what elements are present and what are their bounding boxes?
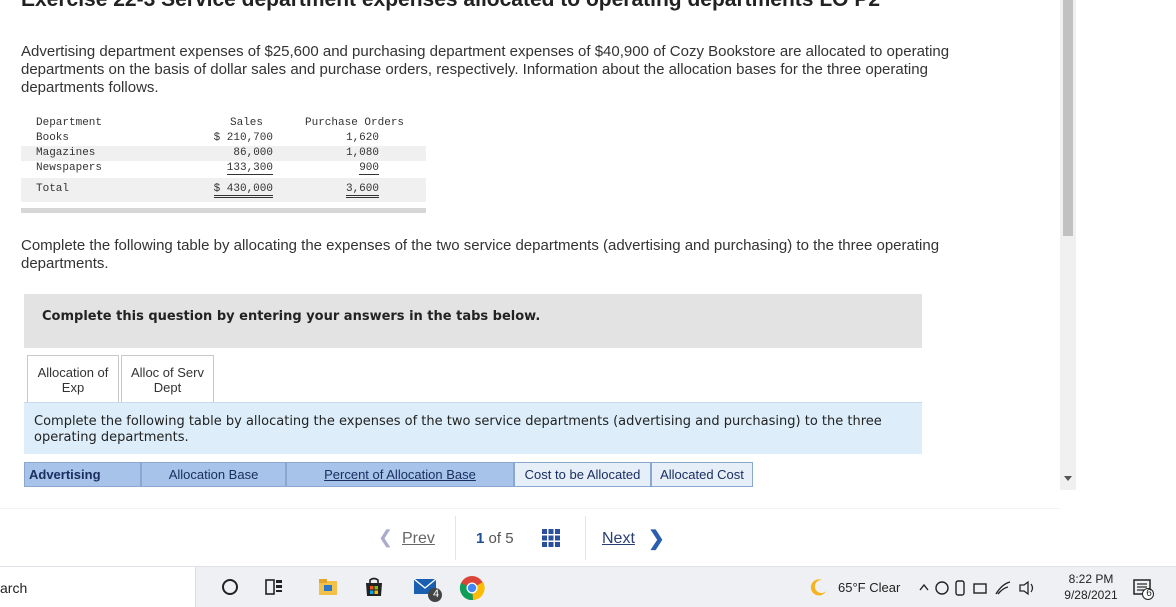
cortana-icon[interactable] (218, 575, 242, 599)
tab-label-line2: Exp (61, 380, 85, 395)
row-sales: $ 210,700 (213, 132, 273, 144)
row-sales: 86,000 (233, 147, 273, 159)
system-tray (918, 578, 1042, 598)
column-allocation-base: Allocation Base (141, 462, 286, 487)
tab-label-line1: Alloc of Serv (131, 365, 204, 380)
row-sales: 133,300 (226, 162, 273, 175)
homework-page: Exercise 22-3 Service department expense… (0, 0, 1176, 566)
question-pager: ❮ Prev 1 of 5 Next ❯ (360, 516, 680, 560)
table-divider (21, 208, 426, 213)
tab-alloc-of-serv-dept[interactable]: Alloc of Serv Dept (121, 355, 214, 402)
tab-panel-text: Complete the following table by allocati… (34, 414, 882, 445)
weather-text: 65°F Clear (838, 580, 901, 595)
question-banner-text: Complete this question by entering your … (42, 309, 541, 324)
moon-icon (810, 579, 826, 596)
vertical-scrollbar[interactable] (1060, 0, 1076, 490)
task-view-icon[interactable] (262, 575, 286, 599)
table-header-row: Department Sales Purchase Orders (21, 116, 426, 131)
tab-panel-instructions: Complete the following table by allocati… (24, 402, 922, 454)
footer-divider (0, 508, 1060, 509)
scroll-down-arrow-icon[interactable] (1064, 476, 1072, 481)
tab-label-line1: Allocation of (37, 365, 109, 380)
mail-icon[interactable]: 4 (412, 575, 442, 602)
total-label: Total (36, 183, 70, 195)
taskbar-clock[interactable]: 8:22 PM 9/28/2021 (1056, 571, 1126, 603)
header-sales: Sales (230, 117, 264, 129)
total-sales: $ 430,000 (213, 183, 273, 198)
of-label: of (488, 530, 502, 547)
taskbar-search-box[interactable]: arch (0, 567, 196, 607)
question-banner: Complete this question by entering your … (24, 294, 922, 348)
table-row: Books $ 210,700 1,620 (21, 131, 426, 146)
prev-label: Prev (402, 530, 435, 547)
row-department: Magazines (36, 147, 96, 159)
total-purchase-orders: 3,600 (345, 183, 379, 198)
store-icon[interactable] (362, 575, 386, 599)
exercise-intro-text: Advertising department expenses of $25,6… (21, 43, 950, 96)
column-advertising: Advertising (24, 462, 141, 487)
chevron-left-icon: ❮ (378, 527, 394, 547)
row-purchase-orders: 900 (359, 162, 379, 175)
next-label: Next (602, 530, 635, 547)
row-department: Newspapers (36, 162, 103, 174)
row-purchase-orders: 1,620 (345, 132, 379, 144)
next-button[interactable]: Next ❯ (586, 516, 680, 560)
tab-allocation-of-exp[interactable]: Allocation of Exp (27, 355, 119, 402)
total-pages: 5 (505, 530, 514, 547)
current-page: 1 (476, 530, 485, 547)
column-cost-to-be-allocated: Cost to be Allocated (514, 462, 651, 487)
notification-icon[interactable]: 6 (1132, 578, 1154, 600)
file-explorer-icon[interactable] (316, 575, 340, 599)
search-text: arch (0, 580, 28, 596)
instruction-text: Complete the following table by allocati… (21, 237, 940, 272)
row-purchase-orders: 1,080 (345, 147, 379, 159)
clock-time: 8:22 PM (1068, 572, 1114, 586)
table-row: Newspapers 133,300 900 (21, 161, 426, 176)
column-percent-of-allocation-base: Percent of Allocation Base (286, 462, 514, 487)
exercise-heading: Exercise 22-3 Service department expense… (21, 0, 880, 12)
chevron-right-icon: ❯ (648, 528, 665, 550)
page-count: 1 of 5 (476, 530, 514, 547)
clock-date: 9/28/2021 (1064, 588, 1118, 602)
row-department: Books (36, 132, 70, 144)
column-allocated-cost: Allocated Cost (651, 462, 753, 487)
grid-icon[interactable] (542, 529, 560, 547)
pager-separator (455, 516, 456, 560)
scrollbar-thumb[interactable] (1063, 0, 1073, 236)
table-total-row: Total $ 430,000 3,600 (21, 178, 426, 202)
tab-label-line2: Dept (153, 380, 182, 395)
table-row: Magazines 86,000 1,080 (21, 146, 426, 161)
prev-button[interactable]: ❮ Prev (360, 516, 454, 560)
windows-taskbar: arch 4 65°F Clear 8:22 PM 9/28/2021 6 (0, 566, 1176, 607)
header-department: Department (36, 117, 103, 129)
chrome-icon[interactable] (459, 575, 485, 601)
notification-count: 6 (1146, 588, 1152, 599)
header-purchase-orders: Purchase Orders (305, 117, 405, 129)
weather-widget[interactable]: 65°F Clear (810, 577, 910, 599)
mail-badge: 4 (432, 588, 440, 600)
